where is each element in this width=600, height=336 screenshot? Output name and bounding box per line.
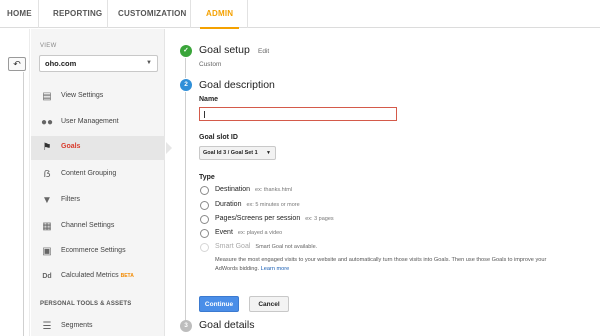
view-select-value: oho.com [45,59,77,68]
type-option-label: Event [215,229,233,236]
step-number: 2 [180,79,192,91]
radio-button[interactable] [200,215,209,224]
goal-setup-title: Goal setup [199,44,250,56]
sidebar-item-goals[interactable]: ⚑ Goals [31,136,172,160]
segments-icon: ☰ [42,321,52,332]
sidebar-item-channel-settings[interactable]: ▦ Channel Settings [31,215,165,239]
type-option-example: ex: 5 minutes or more [246,202,300,208]
sidebar: VIEW oho.com ▼ ▤ View Settings ●● User M… [31,29,172,336]
sidebar-item-label: Ecommerce Settings [61,247,126,254]
channel-icon: ▦ [42,221,52,232]
goal-description-title: Goal description [199,79,275,91]
continue-button[interactable]: Continue [199,296,239,312]
tab-admin[interactable]: ADMIN [199,0,240,29]
sidebar-item-label: Calculated Metrics BETA [61,272,134,279]
sidebar-item-label: Content Grouping [61,170,117,177]
back-arrow-icon[interactable]: ↶ [8,57,26,71]
radio-button[interactable] [200,186,209,195]
name-label: Name [199,96,219,103]
tab-home[interactable]: HOME [7,0,32,28]
divider [23,72,24,336]
radio-button[interactable] [200,229,209,238]
sidebar-item-user-management[interactable]: ●● User Management [31,111,165,135]
grouping-icon: ẞ [43,169,51,180]
document-icon: ▤ [42,91,52,102]
type-option-label: Duration [215,201,242,208]
type-label: Type [199,174,215,181]
type-option-label: Pages/Screens per session [215,215,301,222]
goal-details-title: Goal details [199,319,255,331]
dd-icon: Dd [42,273,52,280]
cancel-button[interactable]: Cancel [249,296,289,312]
radio-button [200,243,209,252]
goal-name-input[interactable] [199,107,397,121]
goal-slot-label: Goal slot ID [199,134,238,141]
goal-editor: ✓ Goal setup Edit Custom 2 Goal descript… [166,29,600,336]
type-option-label: Destination [215,186,251,193]
section-heading: PERSONAL TOOLS & ASSETS [40,301,132,307]
sidebar-item-label: User Management [61,118,119,125]
tab-customization[interactable]: CUSTOMIZATION [118,0,187,28]
tab-divider [247,0,248,28]
sidebar-item-ecommerce-settings[interactable]: ▣ Ecommerce Settings [31,240,165,264]
smart-goal-description: Measure the most engaged visits to your … [215,257,547,272]
sidebar-item-label: Channel Settings [61,222,115,229]
step-connector [185,58,186,78]
left-strip [0,29,30,336]
radio-button[interactable] [200,201,209,210]
sidebar-item-segments[interactable]: ☰ Segments [31,315,165,336]
tab-reporting[interactable]: REPORTING [53,0,102,28]
sidebar-item-calculated-metrics[interactable]: Dd Calculated Metrics BETA [31,265,165,289]
tab-divider [190,0,191,28]
sidebar-item-label: Segments [61,322,93,329]
sidebar-item-content-grouping[interactable]: ẞ Content Grouping [31,163,165,187]
goal-slot-value: Goal Id 3 / Goal Set 1 [203,150,258,156]
flag-icon: ⚑ [42,142,52,153]
sidebar-item-label: Filters [61,196,81,203]
check-icon: ✓ [180,45,192,57]
type-option-example: ex: played a video [237,230,283,236]
tab-divider [107,0,108,28]
type-option-example: Smart Goal not available. [255,244,318,250]
tab-divider [38,0,39,28]
users-icon: ●● [41,117,54,128]
type-option-label: Smart Goal [215,243,251,250]
step-connector [185,92,186,322]
type-option-example: ex: 3 pages [305,216,334,222]
view-select[interactable]: oho.com ▼ [39,55,158,72]
sidebar-item-filters[interactable]: ▼ Filters [31,189,165,213]
filter-icon: ▼ [42,195,52,206]
sidebar-item-label: View Settings [61,92,104,99]
chevron-down-icon: ▼ [266,150,271,156]
type-option-example: ex: thanks.html [255,187,293,193]
edit-link[interactable]: Edit [258,48,269,55]
step-number: 3 [180,320,192,332]
top-nav: HOME REPORTING CUSTOMIZATION ADMIN [0,0,600,29]
chevron-down-icon: ▼ [146,60,152,66]
goal-setup-subtitle: Custom [199,61,222,68]
cart-icon: ▣ [42,246,52,257]
sidebar-item-view-settings[interactable]: ▤ View Settings [31,85,165,109]
sidebar-item-label: Goals [61,143,81,150]
goal-slot-select[interactable]: Goal Id 3 / Goal Set 1 ▼ [199,146,276,160]
view-label: VIEW [40,43,57,49]
learn-more-link[interactable]: Learn more [261,266,290,272]
beta-badge: BETA [120,273,134,279]
